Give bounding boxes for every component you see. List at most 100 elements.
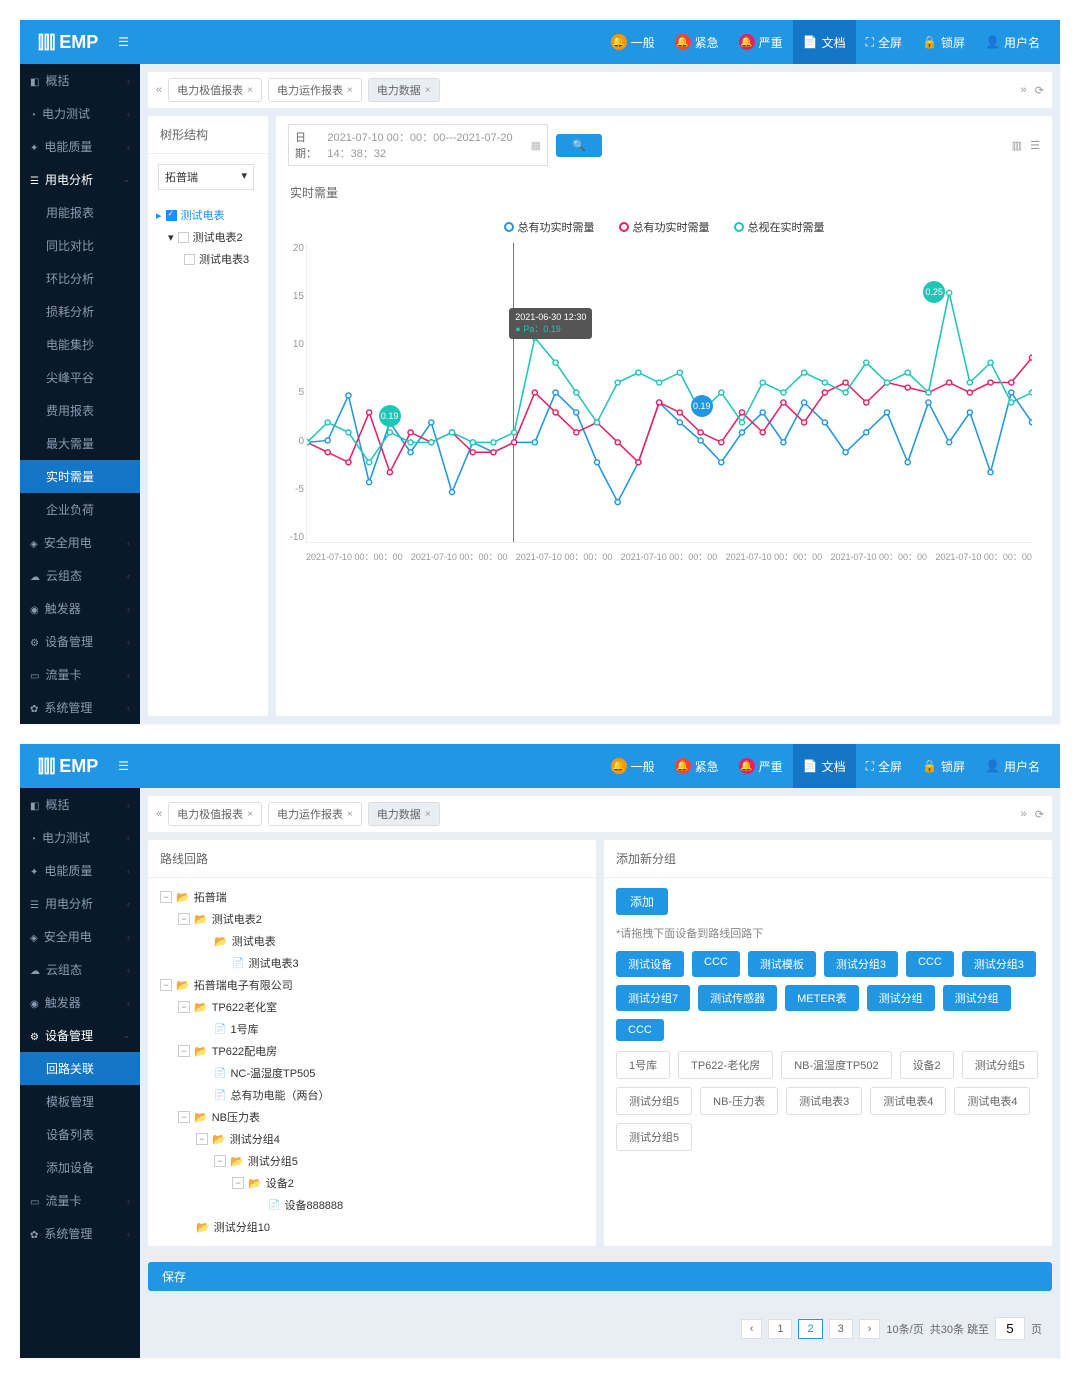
close-icon[interactable]: × (425, 85, 431, 96)
sidebar-child[interactable]: 费用报表 (20, 394, 140, 427)
device-tag[interactable]: 1号库 (616, 1051, 670, 1079)
close-icon[interactable]: × (347, 809, 353, 820)
device-tag[interactable]: NB-温湿度TP502 (781, 1051, 891, 1079)
device-tag[interactable]: 测试分组 (867, 985, 935, 1011)
page-jump-input[interactable] (995, 1317, 1025, 1340)
sidebar-child[interactable]: 实时需量 (20, 460, 140, 493)
sb-sim[interactable]: ▭流量卡‹ (20, 658, 140, 691)
checkbox-checked[interactable] (166, 210, 177, 221)
close-icon[interactable]: × (347, 85, 353, 96)
tab-1[interactable]: 电力极值报表× (168, 78, 262, 102)
tab-3[interactable]: 电力数据× (368, 78, 440, 102)
top-docs[interactable]: 📄文档 (793, 744, 856, 788)
top-urgent[interactable]: 🔔紧急 (665, 744, 729, 788)
collapse-icon[interactable]: − (196, 1133, 208, 1145)
device-tag[interactable]: 测试模板 (748, 951, 816, 977)
tree-node[interactable]: 📄测试电表3 (160, 952, 584, 974)
device-tag[interactable]: 测试分组 (943, 985, 1011, 1011)
device-tag[interactable]: 测试分组5 (962, 1051, 1038, 1079)
refresh-icon[interactable]: ⟳ (1035, 84, 1044, 97)
bar-chart-icon[interactable]: ▥ (1012, 139, 1022, 152)
sidebar-child[interactable]: 尖峰平谷 (20, 361, 140, 394)
device-tag[interactable]: 测试分组5 (616, 1123, 692, 1151)
collapse-icon[interactable]: − (178, 1111, 190, 1123)
tab-2[interactable]: 电力运作报表× (268, 78, 362, 102)
list-icon[interactable]: ☰ (1030, 139, 1040, 152)
tree-node-2[interactable]: ▾测试电表2 (156, 226, 260, 248)
top-serious[interactable]: 🔔严重 (729, 744, 793, 788)
device-tag[interactable]: 测试电表4 (954, 1087, 1030, 1115)
sidebar-child[interactable]: 损耗分析 (20, 295, 140, 328)
device-tag[interactable]: 测试分组5 (616, 1087, 692, 1115)
page-2[interactable]: 2 (798, 1319, 822, 1339)
device-tag[interactable]: CCC (616, 1019, 664, 1041)
collapse-icon[interactable]: − (232, 1177, 244, 1189)
tree-node[interactable]: 📂测试电表 (160, 930, 584, 952)
close-icon[interactable]: × (247, 85, 253, 96)
date-range-input[interactable]: 日期： 2021-07-10 00：00：00---2021-07-20 14：… (288, 124, 548, 166)
device-tag[interactable]: METER表 (785, 985, 859, 1011)
sb-overview[interactable]: ◧概括‹ (20, 788, 140, 821)
sidebar-child[interactable]: 添加设备 (20, 1151, 140, 1184)
tree-node[interactable]: 📄设备888888 (160, 1194, 584, 1216)
save-button[interactable]: 保存 (148, 1262, 1052, 1291)
sidebar-child[interactable]: 模板管理 (20, 1085, 140, 1118)
top-serious[interactable]: 🔔严重 (729, 20, 793, 64)
tree-node[interactable]: −📂设备2 (160, 1172, 584, 1194)
device-tag[interactable]: 测试分组7 (616, 985, 690, 1011)
top-fullscreen[interactable]: ⛶全屏 (856, 20, 912, 64)
top-general[interactable]: 🔔一般 (601, 20, 665, 64)
collapse-icon[interactable]: − (160, 979, 172, 991)
tab-2[interactable]: 电力运作报表× (268, 802, 362, 826)
sidebar-child[interactable]: 用能报表 (20, 196, 140, 229)
page-1[interactable]: 1 (768, 1319, 792, 1339)
tab-3[interactable]: 电力数据× (368, 802, 440, 826)
add-button[interactable]: 添加 (616, 888, 668, 915)
sb-trigger[interactable]: ◉触发器‹ (20, 592, 140, 625)
top-lock[interactable]: 🔒锁屏 (912, 20, 975, 64)
device-tag[interactable]: 测试设备 (616, 951, 684, 977)
refresh-icon[interactable]: ⟳ (1035, 808, 1044, 821)
sb-safety[interactable]: ◈安全用电‹ (20, 526, 140, 559)
sb-usage-analysis[interactable]: ☰用电分析⌄ (20, 163, 140, 196)
tree-node[interactable]: 📄NC-温湿度TP505 (160, 1062, 584, 1084)
checkbox[interactable] (178, 232, 189, 243)
tree-node[interactable]: 📄总有功电能（两台） (160, 1084, 584, 1106)
device-tag[interactable]: 测试电表4 (870, 1087, 946, 1115)
top-fullscreen[interactable]: ⛶全屏 (856, 744, 912, 788)
sb-system[interactable]: ✿系统管理‹ (20, 1217, 140, 1250)
sb-power-quality[interactable]: ✦电能质量‹ (20, 854, 140, 887)
sb-usage-analysis[interactable]: ☰用电分析‹ (20, 887, 140, 920)
close-icon[interactable]: × (247, 809, 253, 820)
device-tag[interactable]: 测试电表3 (786, 1087, 862, 1115)
tree-node[interactable]: −📂TP622老化室 (160, 996, 584, 1018)
sidebar-child[interactable]: 设备列表 (20, 1118, 140, 1151)
sb-trigger[interactable]: ◉触发器‹ (20, 986, 140, 1019)
top-urgent[interactable]: 🔔紧急 (665, 20, 729, 64)
tree-node[interactable]: −📂TP622配电房 (160, 1040, 584, 1062)
sb-system[interactable]: ✿系统管理‹ (20, 691, 140, 724)
tree-node[interactable]: 📄1号库 (160, 1018, 584, 1040)
top-user[interactable]: 👤用户名 (975, 20, 1050, 64)
tree-node[interactable]: −📂NB压力表 (160, 1106, 584, 1128)
tabs-next-icon[interactable]: » (1021, 808, 1027, 821)
sidebar-child[interactable]: 环比分析 (20, 262, 140, 295)
checkbox[interactable] (184, 254, 195, 265)
device-tag[interactable]: CCC (692, 951, 740, 977)
device-tag[interactable]: 测试分组3 (962, 951, 1036, 977)
sidebar-child[interactable]: 回路关联 (20, 1052, 140, 1085)
tree-node[interactable]: −📂测试分组4 (160, 1128, 584, 1150)
sb-device[interactable]: ⚙设备管理⌄ (20, 1019, 140, 1052)
tree-node-1[interactable]: ▸测试电表 (156, 204, 260, 226)
close-icon[interactable]: × (425, 809, 431, 820)
tabs-prev-icon[interactable]: « (156, 84, 162, 96)
page-prev[interactable]: ‹ (741, 1319, 763, 1339)
tree-node[interactable]: −📂测试电表2 (160, 908, 584, 930)
tree-node[interactable]: −📂拓普瑞电子有限公司 (160, 974, 584, 996)
collapse-icon[interactable]: − (178, 1045, 190, 1057)
device-tag[interactable]: 设备2 (900, 1051, 954, 1079)
top-user[interactable]: 👤用户名 (975, 744, 1050, 788)
sb-power-quality[interactable]: ✦电能质量‹ (20, 130, 140, 163)
device-tag[interactable]: CCC (906, 951, 954, 977)
device-tag[interactable]: 测试分组3 (824, 951, 898, 977)
